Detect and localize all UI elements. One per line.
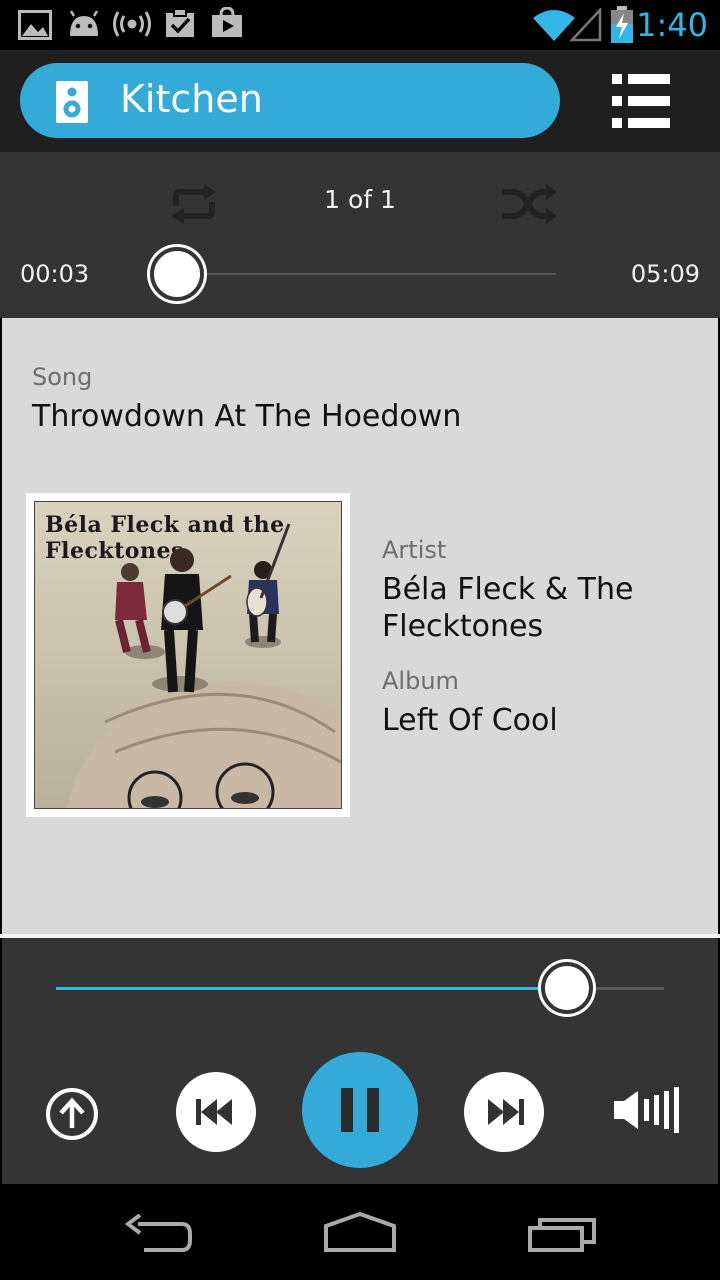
track-count: 1 of 1 <box>324 185 396 214</box>
recent-apps-icon[interactable] <box>526 1214 598 1254</box>
previous-track-button[interactable] <box>176 1072 256 1152</box>
back-icon[interactable] <box>124 1214 194 1256</box>
status-bar: 1:40 <box>0 0 720 50</box>
play-store-icon <box>212 7 242 37</box>
play-pause-button[interactable] <box>302 1052 418 1168</box>
action-bar: Kitchen <box>0 50 720 152</box>
playback-header: 1 of 1 00:03 05:09 <box>0 152 720 318</box>
clipboard-check-icon <box>166 8 194 37</box>
broadcast-icon <box>113 11 151 37</box>
now-playing-panel: Song Throwdown At The Hoedown Béla Fleck… <box>2 318 718 934</box>
album-name: Left Of Cool <box>382 703 558 738</box>
speaker-icon <box>56 81 88 123</box>
artist-label: Artist <box>382 536 447 564</box>
artist-name: Béla Fleck & The Flecktones <box>382 572 634 644</box>
volume-slider-fill <box>56 987 567 990</box>
group-rooms-button[interactable] <box>44 1086 100 1142</box>
arrow-up-circle-icon <box>46 1088 98 1140</box>
next-icon <box>488 1099 524 1125</box>
volume-button[interactable] <box>612 1082 682 1138</box>
song-label: Song <box>32 363 93 391</box>
total-time: 05:09 <box>630 260 700 288</box>
next-track-button[interactable] <box>464 1072 544 1152</box>
queue-list-icon[interactable] <box>612 74 670 128</box>
picture-icon <box>18 10 52 40</box>
volume-slider-handle[interactable] <box>540 962 593 1014</box>
song-title: Throwdown At The Hoedown <box>32 399 462 434</box>
album-art: Béla Fleck and the Flecktones <box>26 493 350 817</box>
battery-charging-icon <box>611 6 633 43</box>
android-icon <box>69 10 99 36</box>
previous-icon <box>196 1099 232 1125</box>
track-progress-bar[interactable] <box>173 273 556 275</box>
album-label: Album <box>382 667 459 695</box>
elapsed-time: 00:03 <box>20 260 90 288</box>
status-clock: 1:40 <box>636 6 708 44</box>
signal-icon <box>570 8 602 42</box>
room-selector-button[interactable]: Kitchen <box>20 63 560 138</box>
volume-icon <box>614 1087 679 1133</box>
system-nav-bar <box>0 1184 720 1280</box>
playback-controls <box>2 938 718 1184</box>
album-art-illustration <box>67 523 341 808</box>
home-icon[interactable] <box>322 1212 398 1254</box>
track-progress-handle[interactable] <box>149 247 204 301</box>
shuffle-icon[interactable] <box>500 184 558 224</box>
pause-icon <box>341 1088 379 1132</box>
room-name: Kitchen <box>120 77 263 121</box>
